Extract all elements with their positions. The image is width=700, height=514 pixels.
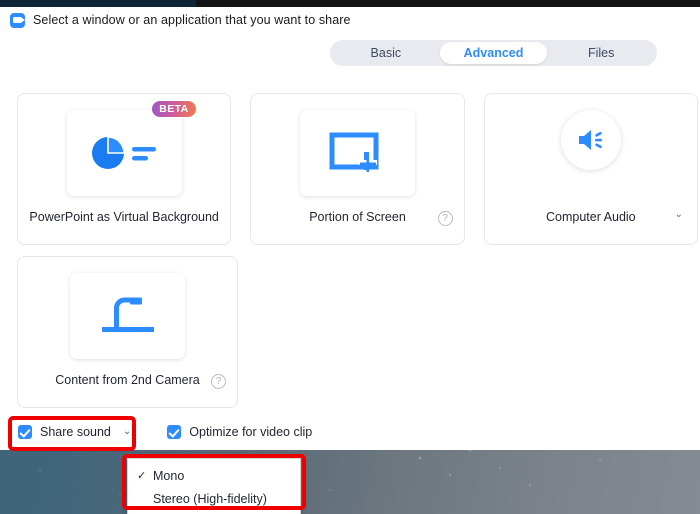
share-card-label: Portion of Screen bbox=[309, 210, 406, 224]
document-camera-icon bbox=[70, 273, 185, 359]
optimize-video-clip-label: Optimize for video clip bbox=[189, 425, 313, 439]
dialog-title-bar: Select a window or an application that y… bbox=[0, 7, 700, 33]
share-card-content-from-2nd-camera[interactable]: Content from 2nd Camera ? bbox=[17, 256, 238, 408]
share-sound-checkbox[interactable] bbox=[18, 425, 32, 439]
share-card-label: Computer Audio bbox=[546, 210, 636, 224]
screen: Select a window or an application that y… bbox=[0, 0, 700, 514]
share-card-portion-of-screen[interactable]: Portion of Screen ? bbox=[250, 93, 465, 245]
share-options-row: Share sound ⌄ Optimize for video clip bbox=[18, 425, 312, 439]
tab-advanced[interactable]: Advanced bbox=[439, 42, 548, 64]
menu-item-label: Mono bbox=[153, 468, 185, 483]
check-icon: ✓ bbox=[137, 470, 147, 482]
share-source-row: Content from 2nd Camera ? bbox=[17, 256, 700, 408]
share-card-label: Content from 2nd Camera bbox=[55, 373, 200, 387]
dialog-title: Select a window or an application that y… bbox=[33, 13, 351, 27]
share-sound-option[interactable]: Share sound ⌄ bbox=[18, 425, 131, 439]
tab-files[interactable]: Files bbox=[547, 42, 655, 64]
tab-basic[interactable]: Basic bbox=[332, 42, 440, 64]
screen-region-crosshair-icon bbox=[299, 110, 415, 196]
share-card-label: PowerPoint as Virtual Background bbox=[29, 210, 219, 224]
menu-item-mono[interactable]: ✓ Mono bbox=[128, 464, 300, 487]
desktop-wallpaper bbox=[0, 440, 700, 514]
share-mode-tabs: Basic Advanced Files bbox=[330, 40, 657, 66]
share-source-row: BETA PowerPoint as Virtual Background Po… bbox=[17, 93, 700, 245]
help-icon[interactable]: ? bbox=[437, 211, 453, 226]
pie-chart-slide-icon: BETA bbox=[66, 101, 196, 196]
share-source-grid: BETA PowerPoint as Virtual Background Po… bbox=[17, 93, 700, 408]
help-icon[interactable]: ? bbox=[211, 374, 226, 389]
share-card-computer-audio[interactable]: Computer Audio ⌄ bbox=[483, 93, 698, 245]
audio-channel-dropdown-menu: ✓ Mono Stereo (High-fidelity) bbox=[127, 458, 301, 514]
beta-badge: BETA bbox=[152, 101, 196, 117]
share-card-powerpoint-virtual-background[interactable]: BETA PowerPoint as Virtual Background bbox=[17, 93, 232, 245]
chevron-down-icon[interactable]: ⌄ bbox=[675, 210, 683, 220]
share-sound-chevron-down-icon[interactable]: ⌄ bbox=[123, 427, 131, 437]
zoom-camera-icon bbox=[10, 12, 25, 28]
speaker-volume-icon bbox=[560, 110, 621, 170]
share-selection-dialog: Select a window or an application that y… bbox=[0, 7, 700, 450]
menu-item-label: Stereo (High-fidelity) bbox=[153, 491, 267, 506]
optimize-video-clip-checkbox[interactable] bbox=[167, 425, 182, 439]
share-sound-label: Share sound bbox=[40, 425, 111, 439]
optimize-video-clip-option[interactable]: Optimize for video clip bbox=[167, 425, 312, 439]
menu-item-stereo[interactable]: Stereo (High-fidelity) bbox=[128, 487, 300, 510]
